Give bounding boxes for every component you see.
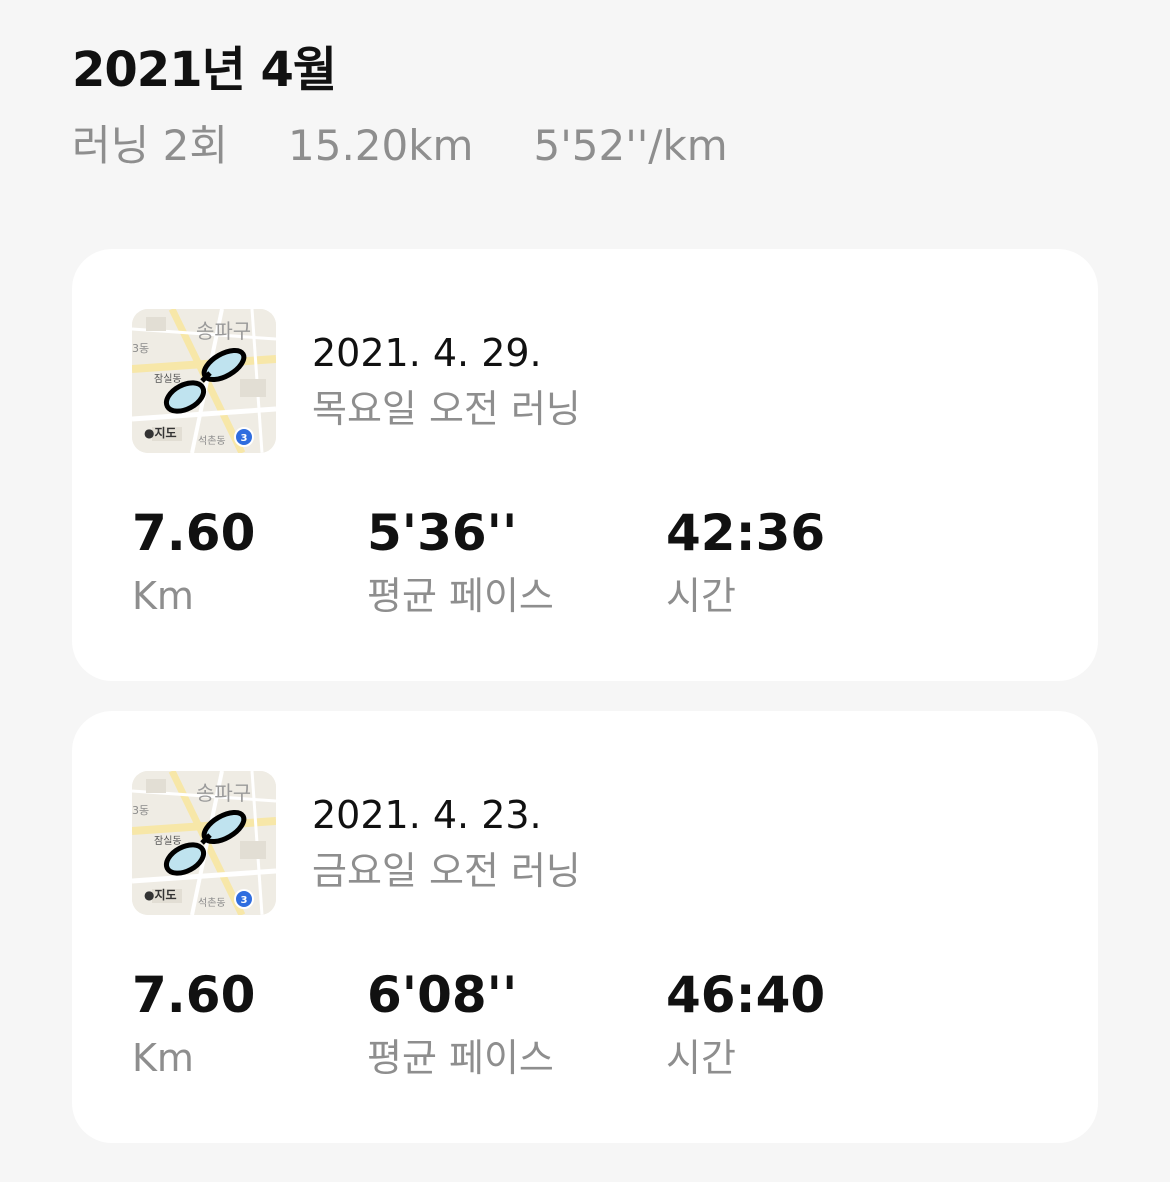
map-area-label: 석촌동 (198, 436, 226, 447)
pace-stat: 5'36'' 평균 페이스 (367, 504, 554, 618)
map-area-label: 3동 (132, 342, 150, 355)
route-map-thumbnail: 송파구 3동 잠실동 석촌동 ●지도 3 (132, 771, 276, 915)
route-map-thumbnail: 송파구 3동 잠실동 석촌동 ●지도 3 (132, 309, 276, 453)
total-distance: 15.20km (288, 121, 474, 170)
time-stat: 46:40 시간 (666, 966, 825, 1080)
apple-logo-icon: ● (144, 426, 155, 440)
distance-value: 7.60 (132, 504, 256, 562)
apple-logo-icon: ● (144, 888, 155, 902)
distance-label: Km (132, 1036, 194, 1080)
pace-value: 5'36'' (367, 504, 518, 562)
run-name: 목요일 오전 러닝 (312, 387, 581, 431)
time-label: 시간 (666, 574, 736, 618)
maps-brand-label: ●지도 (144, 426, 177, 440)
map-area-label: 잠실동 (154, 374, 182, 385)
distance-label: Km (132, 574, 194, 618)
distance-stat: 7.60 Km (132, 966, 255, 1080)
run-name: 금요일 오전 러닝 (312, 849, 581, 893)
average-pace: 5'52''/km (533, 121, 728, 170)
map-district-label: 송파구 (196, 781, 252, 805)
map-area-label: 잠실동 (154, 836, 182, 847)
run-date: 2021. 4. 29. (312, 331, 542, 375)
run-card[interactable]: 송파구 3동 잠실동 석촌동 ●지도 3 2021. 4. 23. 금요일 오전… (72, 711, 1098, 1143)
month-header: 2021년 4월 러닝 2회 15.20km 5'52''/km (72, 40, 728, 172)
month-summary: 러닝 2회 15.20km 5'52''/km (72, 120, 728, 172)
map-area-label: 석촌동 (198, 898, 226, 909)
month-title: 2021년 4월 (72, 42, 337, 98)
time-label: 시간 (666, 1036, 736, 1080)
route-badge: 3 (234, 889, 254, 909)
time-value: 42:36 (666, 504, 826, 562)
maps-brand-label: ●지도 (144, 888, 177, 902)
distance-value: 7.60 (132, 966, 256, 1024)
time-value: 46:40 (666, 966, 826, 1024)
runs-count: 러닝 2회 (72, 121, 228, 170)
pace-label: 평균 페이스 (367, 1036, 554, 1080)
route-badge: 3 (234, 427, 254, 447)
pace-label: 평균 페이스 (367, 574, 554, 618)
time-stat: 42:36 시간 (666, 504, 825, 618)
run-date: 2021. 4. 23. (312, 793, 542, 837)
distance-stat: 7.60 Km (132, 504, 255, 618)
pace-stat: 6'08'' 평균 페이스 (367, 966, 554, 1080)
pace-value: 6'08'' (367, 966, 518, 1024)
map-district-label: 송파구 (196, 319, 252, 343)
map-area-label: 3동 (132, 804, 150, 817)
run-card[interactable]: 송파구 3동 잠실동 석촌동 ●지도 3 2021. 4. 29. 목요일 오전… (72, 249, 1098, 681)
